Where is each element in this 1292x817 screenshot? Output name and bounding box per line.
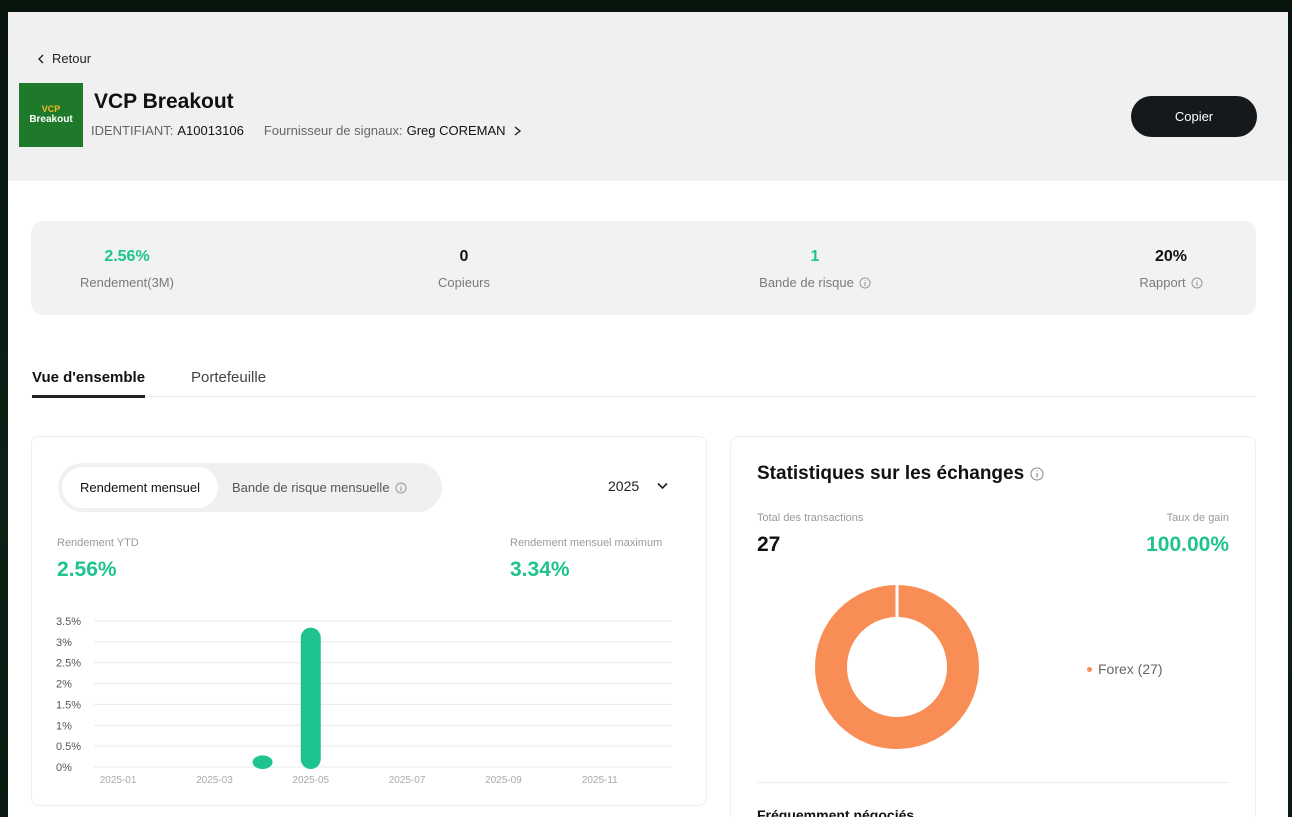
toggle-label: Bande de risque mensuelle [232,480,390,495]
back-label: Retour [52,51,92,66]
x-tick-label: 2025-03 [196,775,233,786]
id-value: A10013106 [177,123,244,138]
logo-line1: VCP [41,104,61,114]
donut-gap [895,585,899,619]
stat-ratio: 20% Rapport [1121,248,1221,290]
legend-dot [1087,666,1092,672]
donut-ring-forex [815,585,979,749]
tab-overview[interactable]: Vue d'ensemble [32,369,146,398]
max-value: 3.34% [510,558,570,581]
info-icon[interactable] [1191,277,1203,289]
x-tick-label: 2025-05 [292,775,329,786]
x-tick-label: 2025-01 [100,775,137,786]
donut-legend: Forex (27) [1087,661,1163,677]
y-tick-label: 3.5% [56,616,81,628]
info-icon[interactable] [859,277,871,289]
tab-portfolio[interactable]: Portefeuille [191,369,266,386]
y-tick-label: 3% [56,637,72,649]
ytd-label: Rendement YTD [57,537,139,549]
y-tick-label: 2% [56,679,72,691]
instrument-donut [815,585,979,749]
total-trades-label: Total des transactions [757,512,864,524]
provider-link[interactable]: Greg COREMAN [407,123,506,138]
trade-stats-title-text: Statistiques sur les échanges [757,463,1025,484]
page-header: Retour VCP Breakout VCP Breakout IDENTIF… [8,12,1288,181]
ytd-value: 2.56% [57,558,117,581]
back-link[interactable]: Retour [36,51,91,66]
trade-stats-title: Statistiques sur les échanges [757,463,1044,485]
y-tick-label: 1% [56,720,72,732]
logo-line2: Breakout [29,114,73,125]
tab-bar: Vue d'ensemble Portefeuille [31,364,1256,398]
chevron-left-icon [38,54,44,63]
stat-label: Copieurs [437,275,491,290]
divider [757,782,1230,783]
max-label: Rendement mensuel maximum [510,537,663,549]
info-icon [395,482,407,493]
monthly-return-chart: 3.5% 3% 2.5% 2% 1.5% 1% 0.5% 0% 2025-01 2025-03 20… [42,597,682,797]
trade-stats-card: Statistiques sur les échanges Total des … [730,436,1256,817]
bar-chart-svg: 3.5% 3% 2.5% 2% 1.5% 1% 0.5% 0% 2025-01 2025-03 20… [56,616,672,786]
stat-value: 2.56% [104,248,150,265]
x-tick-label: 2025-07 [389,775,426,786]
stats-bar: 2.56% Rendement(3M) 0 Copieurs 1 Bande d… [31,221,1256,315]
strategy-title: VCP Breakout [94,90,234,113]
stat-copiers: 0 Copieurs [404,248,524,290]
strategy-meta: IDENTIFIANT: A10013106 Fournisseur de si… [91,123,522,138]
x-tick-label: 2025-09 [485,775,522,786]
frequently-traded-title: Fréquemment négociés [757,807,915,817]
win-rate-value: 100.00% [1146,533,1229,556]
y-tick-label: 1.5% [56,699,81,711]
toggle-monthly-return[interactable]: Rendement mensuel [62,467,218,508]
y-tick-label: 0.5% [56,741,81,753]
id-label: IDENTIFIANT: [91,123,174,138]
provider-label: Fournisseur de signaux: [263,123,403,138]
stat-label: Bande de risque [759,275,854,290]
year-select[interactable]: 2025 [608,478,668,494]
stat-return: 2.56% Rendement(3M) [67,248,187,290]
strategy-page: Retour VCP Breakout VCP Breakout IDENTIF… [8,12,1288,817]
chevron-down-icon [657,482,668,490]
chevron-right-icon[interactable] [513,125,522,136]
legend-label: Forex (27) [1098,661,1163,677]
toggle-monthly-risk[interactable]: Bande de risque mensuelle [232,467,407,508]
stat-label: Rendement(3M) [80,275,174,290]
bar-2025-05 [300,627,321,769]
total-trades-value: 27 [757,533,781,556]
y-tick-label: 0% [56,762,72,774]
y-tick-label: 2.5% [56,658,81,670]
stat-value: 20% [1154,248,1188,265]
stat-risk: 1 Bande de risque [745,248,885,290]
monthly-return-card: Rendement mensuel Bande de risque mensue… [31,436,707,806]
x-tick-label: 2025-11 [582,775,618,786]
year-value: 2025 [608,478,640,494]
stat-label: Rapport [1139,275,1186,290]
win-rate-label: Taux de gain [1166,512,1229,524]
strategy-logo: VCP Breakout [19,83,83,147]
copy-button[interactable]: Copier [1131,96,1257,137]
stat-value: 0 [459,248,469,265]
metric-toggle: Rendement mensuel Bande de risque mensue… [58,463,442,512]
bar-2025-04 [252,755,273,769]
info-icon[interactable] [1030,467,1044,481]
stat-value: 1 [810,248,820,265]
